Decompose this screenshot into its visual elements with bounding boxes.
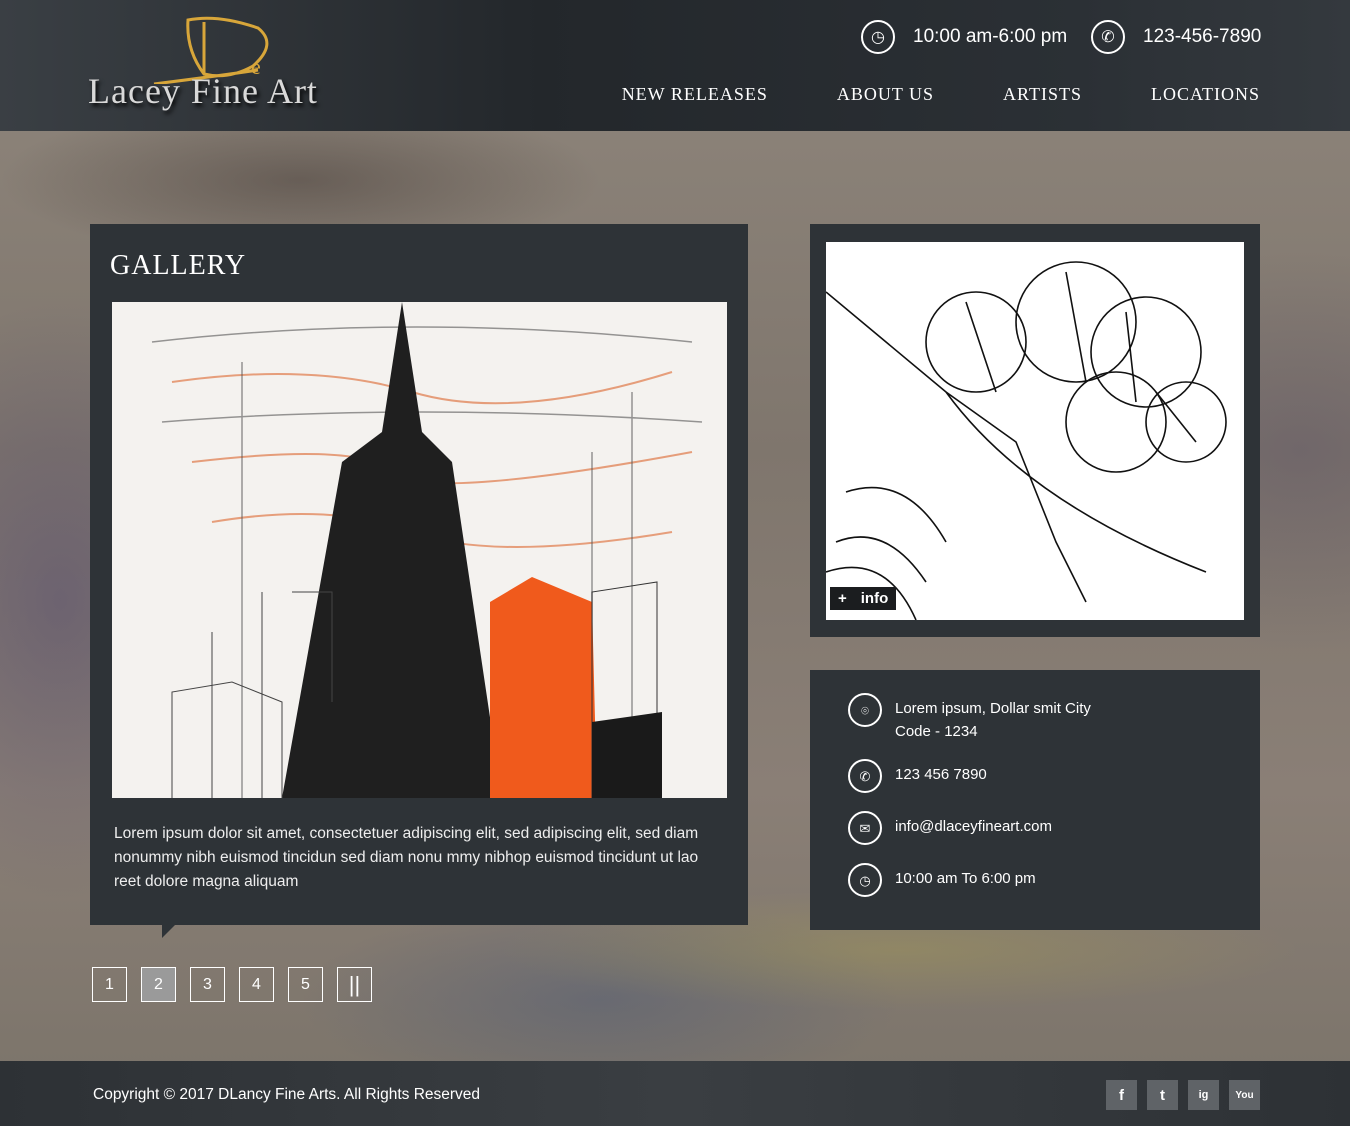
copyright: Copyright © 2017 DLancy Fine Arts. All R… bbox=[93, 1086, 481, 1103]
address-row: ⌾ Lorem ipsum, Dollar smit City Code - 123… bbox=[848, 693, 1091, 743]
site-footer: Copyright © 2017 DLancy Fine Arts. All R… bbox=[0, 1061, 1350, 1126]
envelope-icon: ✉ bbox=[848, 811, 882, 845]
gallery-description: Lorem ipsum dolor sit amet, consectetuer… bbox=[114, 825, 699, 890]
nav-about-us[interactable]: ABOUT US bbox=[837, 84, 934, 105]
gallery-pagination: 1 2 3 4 5 || bbox=[92, 967, 372, 1002]
hours-info: ◷ 10:00 am-6:00 pm bbox=[861, 20, 1067, 54]
gallery-title: GALLERY bbox=[110, 250, 247, 281]
page-5-button[interactable]: 5 bbox=[288, 967, 323, 1002]
featured-image[interactable]: + info bbox=[826, 242, 1244, 620]
email-link[interactable]: info@dlaceyfineart.com bbox=[895, 815, 1052, 838]
clock-icon: ◷ bbox=[848, 863, 882, 897]
page-3-button[interactable]: 3 bbox=[190, 967, 225, 1002]
page-1-button[interactable]: 1 bbox=[92, 967, 127, 1002]
info-button[interactable]: + info bbox=[830, 587, 897, 610]
phone-row: ✆ 123 456 7890 bbox=[848, 759, 987, 793]
page-4-button[interactable]: 4 bbox=[239, 967, 274, 1002]
gallery-main-image[interactable] bbox=[112, 302, 727, 798]
speech-notch bbox=[162, 924, 176, 938]
email-row: ✉ info@dlaceyfineart.com bbox=[848, 811, 1052, 845]
pause-button[interactable]: || bbox=[337, 967, 372, 1002]
site-header: e Lacey Fine Art ◷ 10:00 am-6:00 pm ✆ 123-… bbox=[0, 0, 1350, 131]
phone-icon: ✆ bbox=[1091, 20, 1125, 54]
featured-image-panel: + info bbox=[810, 224, 1260, 637]
social-links: f t ig You bbox=[1106, 1080, 1260, 1110]
main-nav: NEW RELEASES ABOUT US ARTISTS LOCATIONS bbox=[622, 84, 1260, 105]
gallery-panel: GALLERY Lorem ipsum dolor sit amet, cons… bbox=[90, 224, 748, 938]
youtube-icon[interactable]: You bbox=[1229, 1080, 1260, 1110]
clock-icon: ◷ bbox=[861, 20, 895, 54]
phone-info: ✆ 123-456-7890 bbox=[1091, 20, 1261, 54]
contact-panel: ⌾ Lorem ipsum, Dollar smit City Code - 123… bbox=[810, 670, 1260, 930]
location-pin-icon: ⌾ bbox=[848, 693, 882, 727]
nav-new-releases[interactable]: NEW RELEASES bbox=[622, 84, 768, 105]
hours-row: ◷ 10:00 am To 6:00 pm bbox=[848, 863, 1036, 897]
logo[interactable]: e Lacey Fine Art bbox=[88, 14, 363, 119]
phone-icon: ✆ bbox=[848, 759, 882, 793]
facebook-icon[interactable]: f bbox=[1106, 1080, 1137, 1110]
nav-artists[interactable]: ARTISTS bbox=[1003, 84, 1082, 105]
instagram-icon[interactable]: ig bbox=[1188, 1080, 1219, 1110]
nav-locations[interactable]: LOCATIONS bbox=[1151, 84, 1260, 105]
page-2-button[interactable]: 2 bbox=[141, 967, 176, 1002]
twitter-icon[interactable]: t bbox=[1147, 1080, 1178, 1110]
